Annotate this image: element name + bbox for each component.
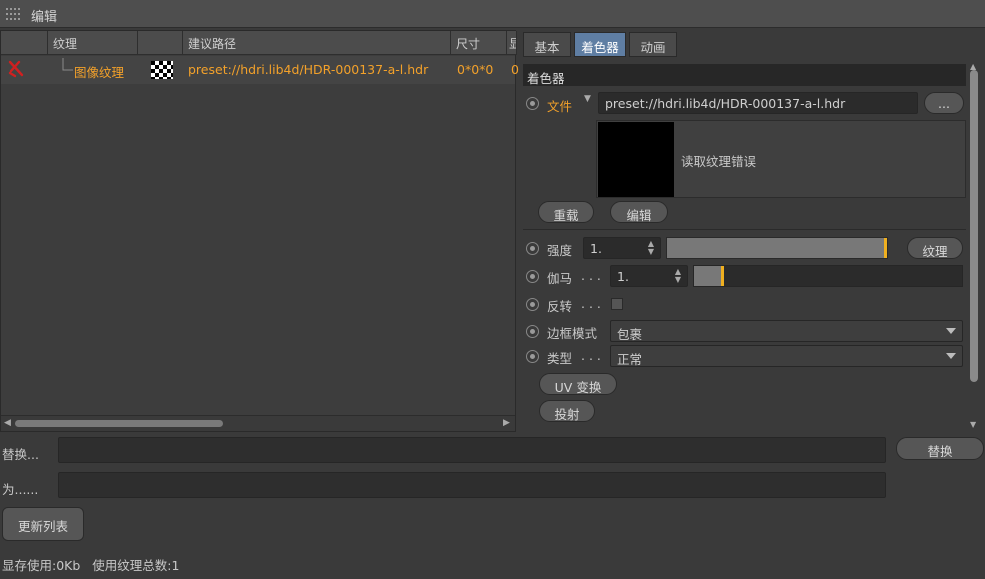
status-bar: 显存使用:0Kb 使用纹理总数:1: [2, 555, 179, 574]
type-dots: . . .: [581, 348, 601, 363]
status-memory: 显存使用:0Kb: [2, 558, 81, 573]
tree-line-icon: [62, 58, 73, 71]
chevron-down-icon[interactable]: [946, 328, 956, 334]
replace-button[interactable]: 替换: [896, 437, 984, 460]
gamma-label: 伽马: [547, 271, 573, 286]
title-bar: 编辑: [0, 0, 985, 28]
browse-button[interactable]: ...: [924, 92, 964, 114]
scroll-right-icon[interactable]: ▶: [503, 418, 513, 428]
refresh-list-button[interactable]: 更新列表: [2, 507, 84, 541]
tab-animation[interactable]: 动画: [629, 32, 677, 57]
horizontal-scrollbar[interactable]: ◀ ▶: [1, 415, 515, 431]
attribute-panel: 基本 着色器 动画 着色器 文件 ▼ preset://hdri.lib4d/H…: [520, 30, 985, 432]
type-select[interactable]: 正常: [610, 345, 963, 367]
gamma-dots: . . .: [581, 268, 601, 283]
edit-button[interactable]: 编辑: [610, 201, 668, 223]
replace-label: 替换...: [2, 447, 39, 462]
type-value: 正常: [617, 352, 643, 367]
column-header-extra[interactable]: 显: [507, 31, 517, 55]
intensity-input[interactable]: 1. ▲ ▼: [583, 237, 661, 259]
intensity-label: 强度: [547, 243, 573, 258]
column-header-size[interactable]: 尺寸: [451, 31, 507, 55]
invert-radio[interactable]: [526, 298, 539, 311]
status-texture-count: 使用纹理总数:1: [92, 558, 180, 573]
intensity-value: 1.: [590, 241, 602, 256]
texture-table: 纹理 建议路径 尺寸 显 图像纹理 preset://hdri.lib4d/HD…: [0, 30, 519, 432]
reload-button[interactable]: 重载: [538, 201, 594, 223]
replace-input[interactable]: [58, 437, 886, 463]
column-header-path[interactable]: 建议路径: [183, 31, 451, 55]
scrollbar-thumb[interactable]: [15, 420, 223, 427]
slider-marker[interactable]: [884, 238, 887, 258]
intensity-slider[interactable]: [666, 237, 888, 259]
border-mode-select[interactable]: 包裹: [610, 320, 963, 342]
preview-image: [598, 122, 674, 197]
scroll-down-icon[interactable]: ▼: [970, 420, 976, 429]
slider-marker[interactable]: [721, 266, 724, 286]
invert-dots: . . .: [581, 296, 601, 311]
texture-size: 0*0*0: [457, 62, 494, 77]
gamma-value: 1.: [617, 269, 629, 284]
chevron-down-icon[interactable]: [946, 353, 956, 359]
texture-button[interactable]: 纹理: [907, 237, 963, 259]
section-header-shader: 着色器: [523, 64, 967, 86]
border-mode-radio[interactable]: [526, 325, 539, 338]
scroll-left-icon[interactable]: ◀: [4, 418, 14, 428]
with-label: 为......: [2, 482, 39, 497]
spinner-icon[interactable]: ▲ ▼: [675, 268, 681, 284]
projection-button[interactable]: 投射: [539, 400, 595, 422]
error-icon: [8, 60, 24, 78]
preview-error-text: 读取纹理错误: [681, 154, 757, 169]
tab-basic[interactable]: 基本: [523, 32, 571, 57]
divider: [523, 229, 967, 230]
type-label: 类型: [547, 351, 573, 366]
border-mode-value: 包裹: [617, 327, 643, 342]
texture-extra: 0: [511, 62, 519, 77]
gamma-input[interactable]: 1. ▲ ▼: [610, 265, 688, 287]
scrollbar-thumb[interactable]: [970, 70, 978, 382]
invert-checkbox[interactable]: [611, 298, 623, 310]
spinner-icon[interactable]: ▲ ▼: [648, 240, 654, 256]
texture-path: preset://hdri.lib4d/HDR-000137-a-l.hdr: [188, 62, 429, 77]
gamma-radio[interactable]: [526, 270, 539, 283]
uv-transform-button[interactable]: UV 变换: [539, 373, 617, 395]
border-mode-label: 边框模式: [547, 326, 598, 341]
column-header-texture[interactable]: 纹理: [48, 31, 138, 55]
texture-name: 图像纹理: [74, 65, 125, 80]
file-radio[interactable]: [526, 97, 539, 110]
vertical-scrollbar[interactable]: ▲ ▼: [966, 62, 982, 432]
table-row[interactable]: 图像纹理 preset://hdri.lib4d/HDR-000137-a-l.…: [1, 56, 519, 84]
invert-label: 反转: [547, 299, 573, 314]
grip-icon[interactable]: [6, 8, 20, 20]
file-path-field[interactable]: preset://hdri.lib4d/HDR-000137-a-l.hdr: [598, 92, 918, 114]
gamma-slider-fill: [694, 266, 721, 286]
type-radio[interactable]: [526, 350, 539, 363]
checker-thumbnail-icon: [151, 61, 173, 79]
file-dropdown-icon[interactable]: ▼: [584, 94, 591, 104]
column-header-preview[interactable]: [138, 31, 183, 55]
column-header-status[interactable]: [1, 31, 48, 55]
intensity-radio[interactable]: [526, 242, 539, 255]
gamma-slider[interactable]: [693, 265, 963, 287]
preview-area: 读取纹理错误: [596, 120, 966, 198]
tab-shader[interactable]: 着色器: [574, 32, 626, 57]
file-label: 文件: [547, 99, 573, 114]
with-input[interactable]: [58, 472, 886, 498]
window-title: 编辑: [31, 10, 58, 25]
